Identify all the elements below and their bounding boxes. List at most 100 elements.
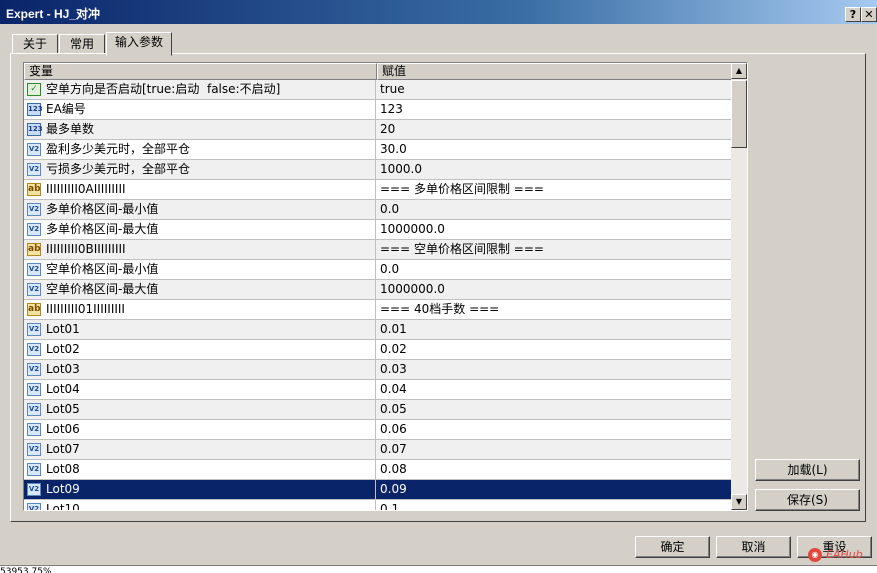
- bool-type-icon: ✓: [27, 83, 41, 96]
- parameter-name-cell[interactable]: V2 亏损多少美元时，全部平仓: [24, 160, 376, 179]
- parameter-row[interactable]: V2 多单价格区间-最大值 1000000.0: [24, 220, 731, 240]
- parameter-name-cell[interactable]: V2 Lot05: [24, 400, 376, 419]
- parameter-row[interactable]: V2 Lot05 0.05: [24, 400, 731, 420]
- parameter-row[interactable]: V2 空单价格区间-最小值 0.0: [24, 260, 731, 280]
- parameter-name-cell[interactable]: V2 Lot09: [24, 480, 376, 499]
- parameter-value[interactable]: 0.04: [380, 380, 407, 399]
- parameter-name-cell[interactable]: V2 多单价格区间-最大值: [24, 220, 376, 239]
- tab-common[interactable]: 常用: [59, 34, 105, 55]
- parameter-name: 多单价格区间-最大值: [46, 222, 159, 236]
- parameter-value[interactable]: 30.0: [380, 140, 407, 159]
- parameter-value[interactable]: 1000.0: [380, 160, 422, 179]
- column-header-value[interactable]: 赋值: [377, 63, 732, 80]
- parameter-name-cell[interactable]: V2 Lot01: [24, 320, 376, 339]
- parameter-row[interactable]: V2 Lot09 0.09: [24, 480, 731, 500]
- title-bar: Expert - HJ_对冲 ? ✕: [0, 0, 877, 24]
- str-type-icon: ab: [27, 303, 41, 316]
- cancel-button[interactable]: 取消: [716, 536, 791, 558]
- parameter-row[interactable]: 123 EA编号 123: [24, 100, 731, 120]
- parameter-value[interactable]: 0.08: [380, 460, 407, 479]
- parameter-name-cell[interactable]: V2 盈利多少美元时，全部平仓: [24, 140, 376, 159]
- parameter-name: Lot06: [46, 422, 80, 436]
- parameter-row[interactable]: V2 Lot08 0.08: [24, 460, 731, 480]
- parameter-name: 最多单数: [46, 122, 95, 136]
- parameter-row[interactable]: V2 Lot06 0.06: [24, 420, 731, 440]
- str-type-icon: ab: [27, 183, 41, 196]
- parameter-row[interactable]: V2 多单价格区间-最小值 0.0: [24, 200, 731, 220]
- parameter-name-cell[interactable]: V2 Lot06: [24, 420, 376, 439]
- dbl-type-icon: V2: [27, 503, 41, 510]
- parameter-value[interactable]: 0.07: [380, 440, 407, 459]
- str-type-icon: ab: [27, 243, 41, 256]
- tab-about[interactable]: 关于: [12, 34, 58, 55]
- parameter-name-cell[interactable]: ab IIIIIIIII0AIIIIIIIII: [24, 180, 376, 199]
- parameter-row[interactable]: V2 Lot01 0.01: [24, 320, 731, 340]
- dbl-type-icon: V2: [27, 203, 41, 216]
- dbl-type-icon: V2: [27, 363, 41, 376]
- parameter-row[interactable]: V2 Lot07 0.07: [24, 440, 731, 460]
- parameter-row[interactable]: ab IIIIIIIII01IIIIIIIII === 40档手数 ===: [24, 300, 731, 320]
- tab-inputs[interactable]: 输入参数: [106, 32, 172, 56]
- parameter-name-cell[interactable]: V2 多单价格区间-最小值: [24, 200, 376, 219]
- parameter-value[interactable]: 0.02: [380, 340, 407, 359]
- scroll-thumb[interactable]: [731, 80, 747, 148]
- watermark-logo-icon: ◉: [808, 548, 822, 562]
- parameter-value[interactable]: true: [380, 80, 405, 99]
- parameter-value[interactable]: 0.0: [380, 200, 399, 219]
- parameter-name-cell[interactable]: 123 EA编号: [24, 100, 376, 119]
- ok-button[interactable]: 确定: [635, 536, 710, 558]
- parameter-name-cell[interactable]: V2 Lot10: [24, 500, 376, 510]
- parameter-row[interactable]: V2 Lot10 0.1: [24, 500, 731, 510]
- parameter-name-cell[interactable]: V2 Lot04: [24, 380, 376, 399]
- parameter-name: Lot08: [46, 462, 80, 476]
- window-title: Expert - HJ_对冲: [6, 7, 101, 21]
- scroll-down-button[interactable]: ▼: [731, 494, 747, 510]
- save-button[interactable]: 保存(S): [755, 489, 860, 511]
- vertical-scrollbar[interactable]: ▲ ▼: [731, 63, 747, 510]
- parameter-value[interactable]: 0.05: [380, 400, 407, 419]
- parameter-row[interactable]: V2 Lot04 0.04: [24, 380, 731, 400]
- load-button[interactable]: 加载(L): [755, 459, 860, 481]
- parameter-value[interactable]: 123: [380, 100, 403, 119]
- parameter-value[interactable]: 0.03: [380, 360, 407, 379]
- parameter-value[interactable]: 1000000.0: [380, 280, 445, 299]
- parameter-value[interactable]: === 多单价格区间限制 ===: [380, 180, 544, 199]
- parameter-name-cell[interactable]: ab IIIIIIIII01IIIIIIIII: [24, 300, 376, 319]
- scroll-up-button[interactable]: ▲: [731, 63, 747, 79]
- parameter-value[interactable]: 1000000.0: [380, 220, 445, 239]
- parameter-row[interactable]: ab IIIIIIIII0BIIIIIIIII === 空单价格区间限制 ===: [24, 240, 731, 260]
- parameter-value[interactable]: === 40档手数 ===: [380, 300, 499, 319]
- column-header-variable[interactable]: 变量: [24, 63, 377, 80]
- parameter-row[interactable]: V2 空单价格区间-最大值 1000000.0: [24, 280, 731, 300]
- parameter-name: Lot09: [46, 482, 80, 496]
- parameter-name-cell[interactable]: ab IIIIIIIII0BIIIIIIIII: [24, 240, 376, 259]
- parameter-row[interactable]: ✓ 空单方向是否启动[true:启动 false:不启动] true: [24, 80, 731, 100]
- parameter-value[interactable]: 0.09: [380, 480, 407, 499]
- parameter-row[interactable]: V2 盈利多少美元时，全部平仓 30.0: [24, 140, 731, 160]
- parameter-value[interactable]: 0.01: [380, 320, 407, 339]
- parameter-row[interactable]: V2 Lot03 0.03: [24, 360, 731, 380]
- parameter-row[interactable]: 123 最多单数 20: [24, 120, 731, 140]
- parameter-row[interactable]: V2 亏损多少美元时，全部平仓 1000.0: [24, 160, 731, 180]
- parameter-name-cell[interactable]: V2 Lot07: [24, 440, 376, 459]
- parameter-value[interactable]: 0.1: [380, 500, 399, 510]
- help-button[interactable]: ?: [845, 7, 861, 22]
- parameter-name-cell[interactable]: V2 Lot08: [24, 460, 376, 479]
- parameter-value[interactable]: 20: [380, 120, 395, 139]
- parameter-row[interactable]: ab IIIIIIIII0AIIIIIIIII === 多单价格区间限制 ===: [24, 180, 731, 200]
- parameter-name: 多单价格区间-最小值: [46, 202, 159, 216]
- parameter-name: 盈利多少美元时，全部平仓: [46, 142, 191, 156]
- parameter-name-cell[interactable]: V2 Lot02: [24, 340, 376, 359]
- parameter-name-cell[interactable]: V2 空单价格区间-最大值: [24, 280, 376, 299]
- parameter-row[interactable]: V2 Lot02 0.02: [24, 340, 731, 360]
- parameter-value[interactable]: === 空单价格区间限制 ===: [380, 240, 544, 259]
- parameter-name: IIIIIIIII01IIIIIIIII: [46, 302, 125, 316]
- close-button[interactable]: ✕: [861, 7, 877, 22]
- parameter-value[interactable]: 0.0: [380, 260, 399, 279]
- parameter-name-cell[interactable]: ✓ 空单方向是否启动[true:启动 false:不启动]: [24, 80, 376, 99]
- parameter-name-cell[interactable]: 123 最多单数: [24, 120, 376, 139]
- parameter-name-cell[interactable]: V2 Lot03: [24, 360, 376, 379]
- parameter-value[interactable]: 0.06: [380, 420, 407, 439]
- dbl-type-icon: V2: [27, 443, 41, 456]
- parameter-name-cell[interactable]: V2 空单价格区间-最小值: [24, 260, 376, 279]
